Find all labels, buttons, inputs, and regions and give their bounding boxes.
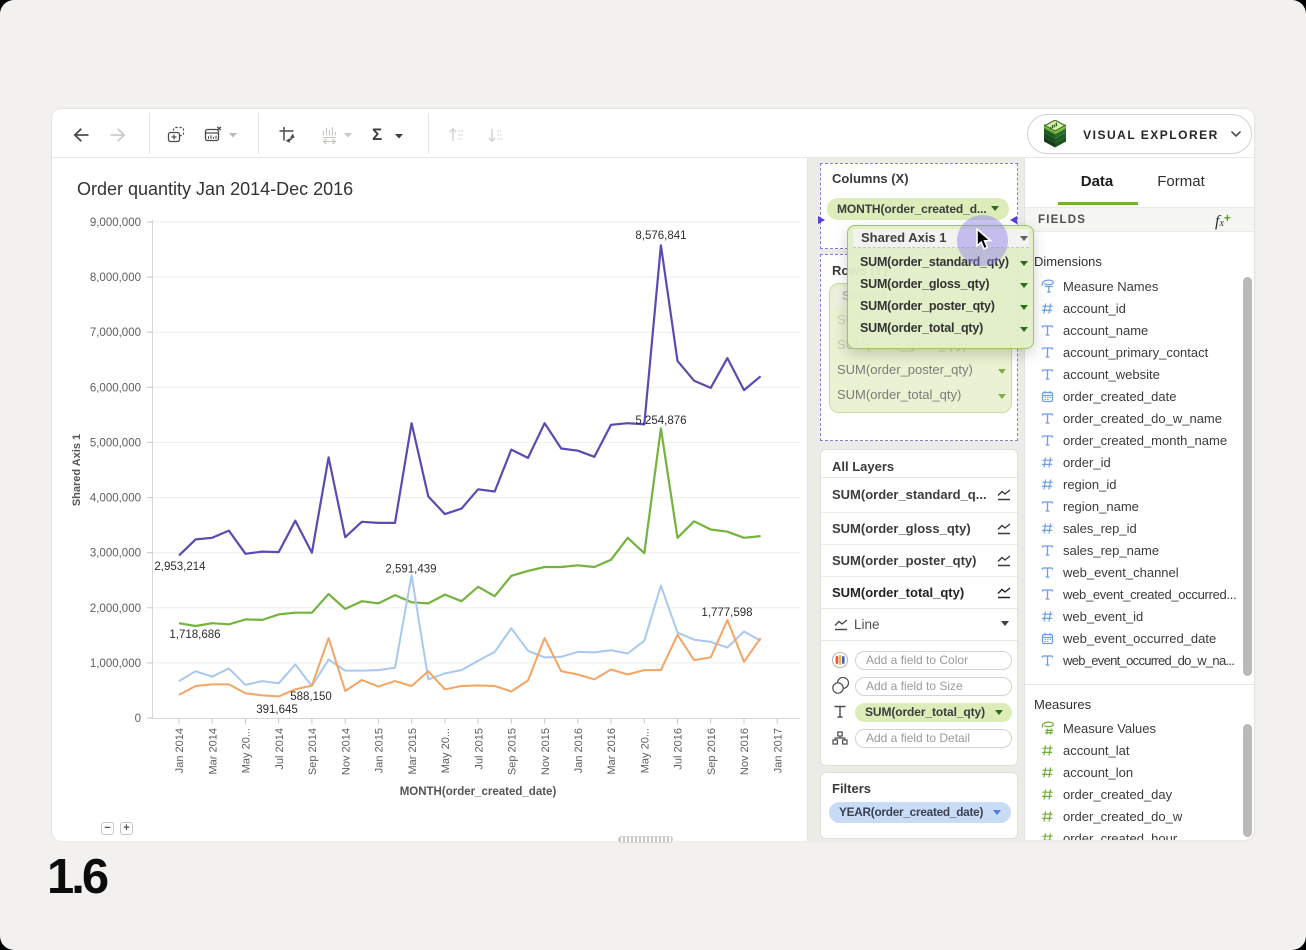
svg-text:Sep 2014: Sep 2014: [307, 728, 319, 775]
svg-text:Jul 2015: Jul 2015: [473, 728, 485, 770]
svg-text:1,000,000: 1,000,000: [90, 658, 141, 670]
svg-text:Jan 2017: Jan 2017: [772, 728, 784, 773]
svg-text:Mar 2016: Mar 2016: [606, 728, 618, 774]
svg-text:MONTH(order_created_date): MONTH(order_created_date): [400, 786, 557, 798]
svg-text:Shared Axis 1: Shared Axis 1: [71, 434, 83, 506]
svg-text:2,953,214: 2,953,214: [154, 561, 206, 573]
svg-text:1,777,598: 1,777,598: [701, 607, 752, 619]
svg-text:May 20...: May 20...: [241, 728, 253, 773]
svg-text:Jan 2016: Jan 2016: [573, 728, 585, 773]
svg-text:8,000,000: 8,000,000: [90, 272, 141, 284]
svg-text:May 20...: May 20...: [440, 728, 452, 773]
svg-text:0: 0: [135, 713, 141, 725]
svg-text:4,000,000: 4,000,000: [90, 493, 141, 505]
svg-text:Jan 2014: Jan 2014: [174, 728, 186, 773]
svg-text:7,000,000: 7,000,000: [90, 327, 141, 339]
svg-text:May 20...: May 20...: [640, 728, 652, 773]
svg-text:Mar 2015: Mar 2015: [407, 728, 419, 774]
svg-text:5,254,876: 5,254,876: [635, 415, 686, 427]
svg-text:Nov 2015: Nov 2015: [540, 728, 552, 775]
svg-text:Mar 2014: Mar 2014: [207, 728, 219, 774]
svg-text:Nov 2016: Nov 2016: [739, 728, 751, 775]
svg-text:588,150: 588,150: [290, 691, 332, 703]
svg-text:Jan 2015: Jan 2015: [374, 728, 386, 773]
svg-text:391,645: 391,645: [256, 704, 298, 716]
svg-text:Nov 2014: Nov 2014: [340, 728, 352, 775]
svg-text:3,000,000: 3,000,000: [90, 548, 141, 560]
svg-text:9,000,000: 9,000,000: [90, 217, 141, 229]
svg-text:Jul 2014: Jul 2014: [274, 728, 286, 770]
svg-text:Sep 2015: Sep 2015: [507, 728, 519, 775]
svg-text:6,000,000: 6,000,000: [90, 382, 141, 394]
svg-text:1,718,686: 1,718,686: [169, 629, 220, 641]
svg-text:8,576,841: 8,576,841: [635, 230, 686, 242]
svg-text:Jul 2016: Jul 2016: [673, 728, 685, 770]
svg-text:5,000,000: 5,000,000: [90, 437, 141, 449]
svg-text:2,000,000: 2,000,000: [90, 603, 141, 615]
svg-text:2,591,439: 2,591,439: [385, 564, 436, 576]
svg-text:Sep 2016: Sep 2016: [706, 728, 718, 775]
